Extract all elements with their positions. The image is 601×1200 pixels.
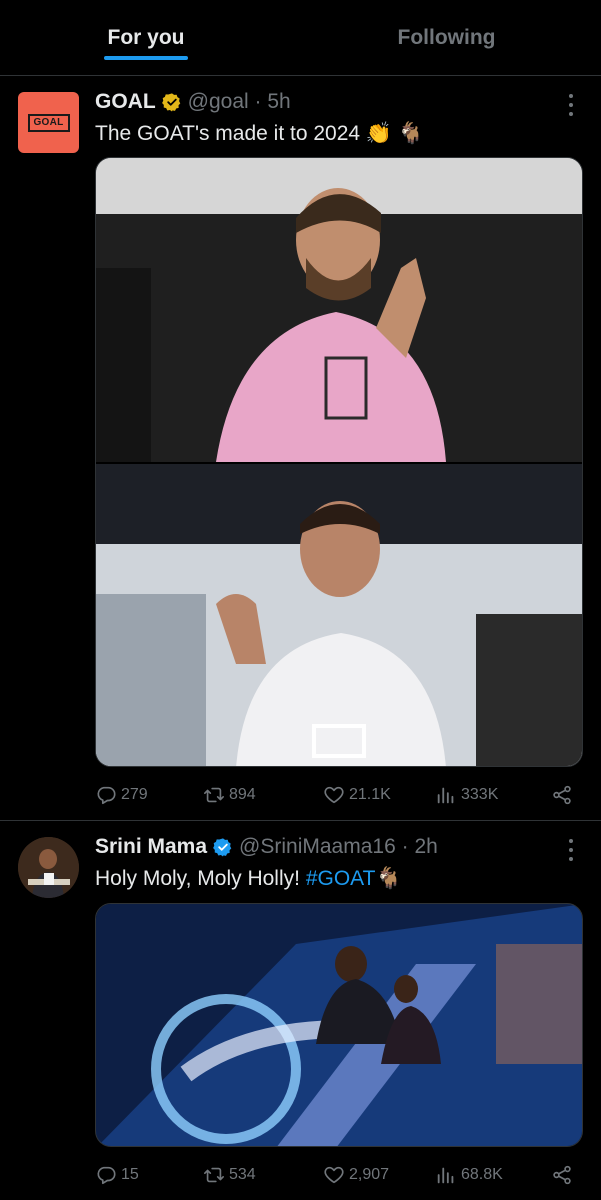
reply-button[interactable]: 15 [95,1161,139,1189]
retweet-button[interactable]: 534 [203,1161,256,1189]
author-handle[interactable]: @goal [188,90,249,114]
tweet-media[interactable] [95,903,583,1147]
tweet-actions: 279 894 21.1K 333K [95,781,583,809]
avatar-illustration [18,837,79,898]
goal-logo-text: GOAL [33,117,64,128]
tweet-text-body: The GOAT's made it to 2024 [95,122,361,145]
share-button[interactable] [551,1161,577,1189]
tweet-time[interactable]: 2h [414,835,437,859]
share-icon [553,785,571,805]
retweet-button[interactable]: 894 [203,781,256,809]
retweet-icon [204,1167,224,1183]
like-button[interactable]: 2,907 [323,1161,389,1189]
tab-following-label: Following [397,25,496,49]
hashtag-text: #GOAT [305,867,376,890]
goal-logo: GOAL [27,113,70,132]
more-icon[interactable] [567,94,575,116]
share-button[interactable] [551,781,577,809]
more-icon[interactable] [567,839,575,861]
tweet-text: The GOAT's made it to 2024 👏 🐐 [95,120,424,148]
media-image-1-illustration [96,904,582,1146]
reply-icon [97,786,116,805]
views-icon [437,1167,454,1184]
home-timeline: For you Following GOAL GOAL @goal · 5h T… [0,0,601,1200]
hashtag-emoji: 🐐 [375,867,402,890]
author-handle[interactable]: @SriniMaama16 [239,835,396,859]
reply-count: 279 [121,786,148,803]
media-image-1[interactable] [96,904,582,1146]
retweet-icon [204,787,224,803]
separator-dot: · [248,90,268,113]
verified-badge-icon [161,93,180,112]
views-icon [437,787,454,804]
retweet-count: 534 [229,1166,256,1183]
like-button[interactable]: 21.1K [323,781,391,809]
tweet-time[interactable]: 5h [267,90,290,114]
tweet-actions: 15 534 2,907 68.8K [95,1161,583,1189]
like-icon [324,1166,344,1184]
tweet-header: GOAL @goal · 5h [95,88,291,116]
reply-icon [97,1166,116,1185]
active-tab-indicator [104,56,188,60]
media-image-2-illustration [96,464,582,766]
tweet-emoji: 👏 🐐 [365,122,425,145]
tweet[interactable]: GOAL GOAL @goal · 5h The GOAT's made it … [0,76,601,821]
author-name[interactable]: GOAL [95,90,156,114]
views-count: 68.8K [461,1166,503,1183]
media-image-1[interactable] [96,158,582,462]
timeline-tabs: For you Following [0,0,601,76]
verified-badge-icon [213,838,232,857]
tab-following[interactable]: Following [292,0,601,75]
hashtag-link[interactable]: #GOAT🐐 [306,867,402,890]
share-icon [553,1165,571,1185]
avatar[interactable] [18,837,79,898]
reply-button[interactable]: 279 [95,781,148,809]
tweet-media[interactable] [95,157,583,767]
separator-dot: · [395,835,415,858]
tab-for-you[interactable]: For you [0,0,292,75]
views-count: 333K [461,786,499,803]
tab-for-you-label: For you [107,25,185,49]
media-image-2[interactable] [96,464,582,766]
retweet-count: 894 [229,786,256,803]
tweet[interactable]: Srini Mama @SriniMaama16 · 2h Holy Moly,… [0,821,601,1200]
views-button[interactable]: 333K [435,781,498,809]
tweet-header: Srini Mama @SriniMaama16 · 2h [95,833,438,861]
reply-count: 15 [121,1166,139,1183]
author-name[interactable]: Srini Mama [95,835,207,859]
avatar[interactable]: GOAL [18,92,79,153]
like-icon [324,786,344,804]
media-image-1-illustration [96,158,582,462]
like-count: 21.1K [349,786,391,803]
tweet-text: Holy Moly, Moly Holly! #GOAT🐐 [95,865,402,893]
views-button[interactable]: 68.8K [435,1161,503,1189]
tweet-text-body: Holy Moly, Moly Holly! [95,867,300,890]
like-count: 2,907 [349,1166,390,1183]
